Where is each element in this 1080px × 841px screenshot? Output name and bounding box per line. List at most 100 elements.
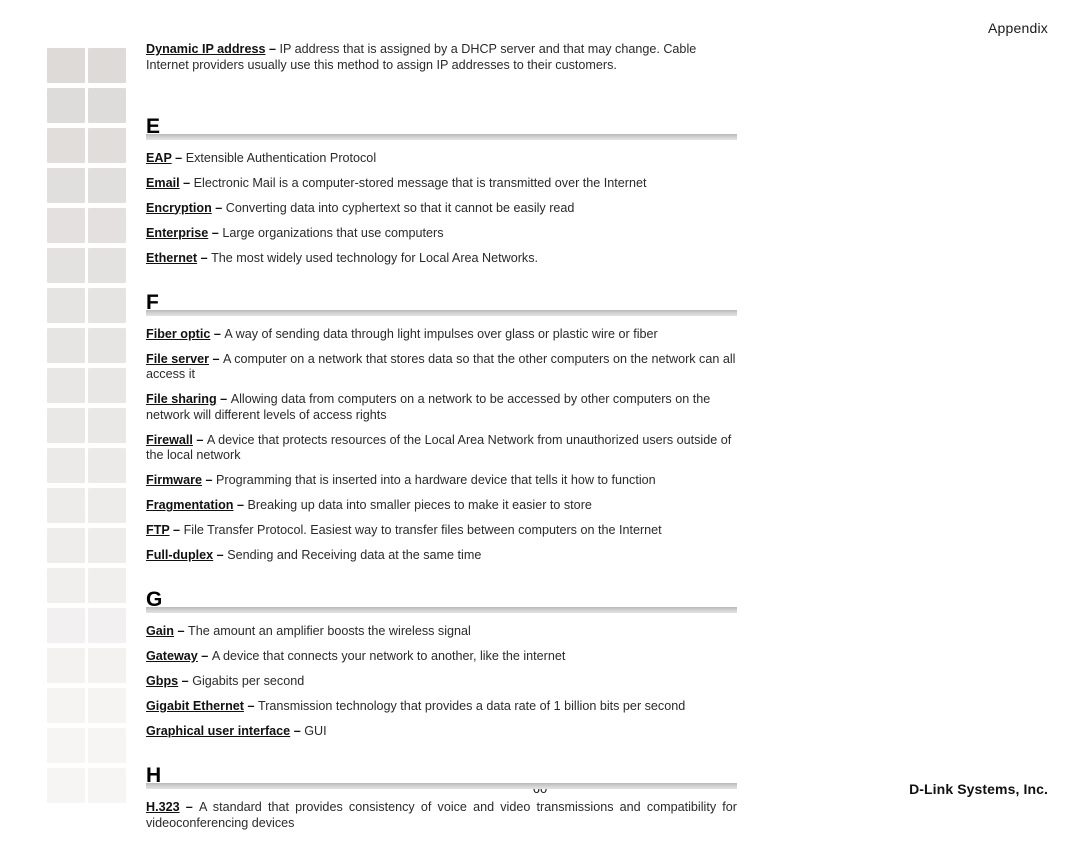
scan-artifact-square — [88, 728, 126, 763]
scan-artifact-square — [47, 248, 85, 283]
scan-artifact-square — [88, 368, 126, 403]
glossary-term: Email — [146, 175, 180, 190]
scan-artifact-square — [47, 568, 85, 603]
glossary-term: Gain — [146, 624, 174, 638]
scan-artifact-square — [88, 448, 126, 483]
glossary-definition: Electronic Mail is a computer-stored mes… — [193, 175, 647, 190]
glossary-entry: Gbps – Gigabits per second — [146, 674, 737, 690]
scan-artifact-square — [47, 728, 85, 763]
glossary-dash: – — [243, 699, 258, 713]
glossary-term: Gbps — [146, 674, 179, 688]
section-rule — [146, 133, 737, 140]
scan-artifact-square — [47, 288, 85, 323]
glossary-definition: A device that protects resources of the … — [146, 432, 732, 463]
glossary-dash: – — [197, 250, 212, 265]
glossary-dash: – — [233, 498, 248, 512]
glossary-definition: Allowing data from computers on a networ… — [146, 392, 711, 422]
scan-artifact-square — [88, 288, 126, 323]
document-page: Appendix Dynamic IP address – IP address… — [0, 0, 1080, 834]
section-letter: H — [146, 764, 162, 787]
glossary-dash: – — [169, 523, 184, 537]
glossary-entry: Email – Electronic Mail is a computer-st… — [146, 176, 737, 192]
scan-artifact-square — [88, 488, 126, 523]
glossary-definition: File Transfer Protocol. Easiest way to t… — [183, 523, 662, 537]
section-heading-e: E — [146, 115, 737, 144]
scan-artifact-square — [88, 168, 126, 203]
glossary-entry: EAP – Extensible Authentication Protocol — [146, 151, 737, 167]
scan-artifact-square — [88, 648, 126, 683]
scan-artifact-square — [47, 328, 85, 363]
glossary-definition: A computer on a network that stores data… — [146, 351, 736, 382]
scan-artifact-square — [88, 208, 126, 243]
glossary-dash: – — [171, 150, 186, 165]
glossary-entry: Full-duplex – Sending and Receiving data… — [146, 548, 737, 564]
scan-artifact-square — [88, 248, 126, 283]
glossary-entry: Gain – The amount an amplifier boosts th… — [146, 624, 737, 640]
glossary-dash: – — [197, 649, 212, 663]
glossary-definition: Transmission technology that provides a … — [257, 699, 686, 713]
glossary-term: Gateway — [146, 649, 198, 663]
glossary-definition: Programming that is inserted into a hard… — [216, 473, 656, 487]
glossary-dash: – — [213, 548, 228, 562]
scan-artifact-square — [88, 48, 126, 83]
glossary-definition: Sending and Receiving data at the same t… — [227, 548, 482, 562]
glossary-dash: – — [179, 175, 194, 190]
section-rule — [146, 783, 737, 789]
glossary-definition: Extensible Authentication Protocol — [185, 150, 377, 165]
scan-artifact-square — [47, 528, 85, 563]
glossary-dash: – — [265, 42, 280, 56]
glossary-definition: A device that connects your network to a… — [211, 649, 566, 663]
glossary-term: Encryption — [146, 200, 212, 215]
glossary-entry: FTP – File Transfer Protocol. Easiest wa… — [146, 523, 737, 539]
scan-artifact-square — [47, 648, 85, 683]
section-rule — [146, 607, 737, 613]
glossary-term: Gigabit Ethernet — [146, 699, 244, 713]
glossary-entry: Enterprise – Large organizations that us… — [146, 226, 737, 242]
glossary-term: Graphical user interface — [146, 724, 291, 738]
glossary-dash: – — [202, 473, 217, 487]
glossary-definition: GUI — [304, 724, 327, 738]
scan-artifact-square — [88, 128, 126, 163]
glossary-entry: Encryption – Converting data into cypher… — [146, 201, 737, 217]
section-heading-h: H — [146, 765, 737, 793]
glossary-dash: – — [192, 432, 207, 447]
glossary-dash: – — [290, 724, 305, 738]
glossary-dash: – — [210, 326, 225, 341]
glossary-term: EAP — [146, 150, 172, 165]
glossary-definition: Large organizations that use computers — [222, 225, 444, 240]
glossary-entry: Gateway – A device that connects your ne… — [146, 649, 737, 665]
scan-artifact-square — [47, 448, 85, 483]
glossary-dash: – — [208, 225, 223, 240]
glossary-entry: Ethernet – The most widely used technolo… — [146, 251, 737, 267]
glossary-definition: Breaking up data into smaller pieces to … — [247, 498, 592, 512]
glossary-term: Ethernet — [146, 250, 198, 265]
glossary-definition: A way of sending data through light impu… — [224, 326, 658, 341]
glossary-entry: File sharing – Allowing data from comput… — [146, 392, 737, 423]
glossary-term: FTP — [146, 523, 170, 537]
scan-artifact-square — [47, 368, 85, 403]
glossary-content: Dynamic IP address – IP address that is … — [146, 42, 737, 841]
scan-artifact-square — [47, 208, 85, 243]
scan-artifact-square — [88, 688, 126, 723]
section-heading-g: G — [146, 589, 737, 617]
page-header: Appendix — [0, 20, 1048, 38]
glossary-entry: Dynamic IP address – IP address that is … — [146, 42, 737, 73]
glossary-term: Enterprise — [146, 225, 209, 240]
scan-artifact-column — [0, 0, 140, 834]
scan-artifact-square — [47, 88, 85, 123]
header-title: Appendix — [988, 20, 1048, 36]
scan-artifact-square — [47, 488, 85, 523]
glossary-definition: The most widely used technology for Loca… — [211, 250, 539, 265]
glossary-dash: – — [174, 624, 189, 638]
glossary-dash: – — [178, 674, 193, 688]
glossary-term: File sharing — [146, 392, 217, 406]
scan-artifact-square — [47, 408, 85, 443]
scan-artifact-square — [88, 608, 126, 643]
glossary-dash: – — [209, 351, 224, 366]
glossary-term: Firmware — [146, 473, 202, 487]
glossary-entry: Fragmentation – Breaking up data into sm… — [146, 498, 737, 514]
scan-artifact-square — [47, 688, 85, 723]
scan-artifact-square — [88, 88, 126, 123]
